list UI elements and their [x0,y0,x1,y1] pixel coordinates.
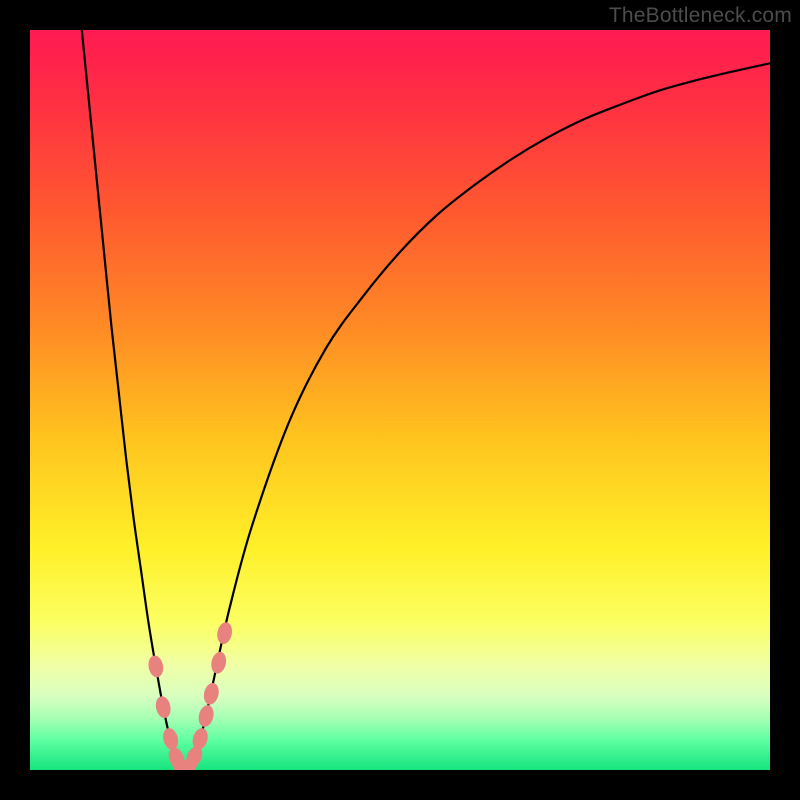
marker-point [209,650,228,675]
marker-point [161,726,180,751]
plot-area [30,30,770,770]
marker-point [154,695,172,719]
chart-frame: TheBottleneck.com [0,0,800,800]
bottleneck-curve [82,30,770,770]
marker-point [215,621,233,645]
watermark-text: TheBottleneck.com [609,4,792,28]
marker-point [147,654,165,678]
curve-layer [30,30,770,770]
marker-point [197,704,216,729]
marker-point [202,681,221,706]
